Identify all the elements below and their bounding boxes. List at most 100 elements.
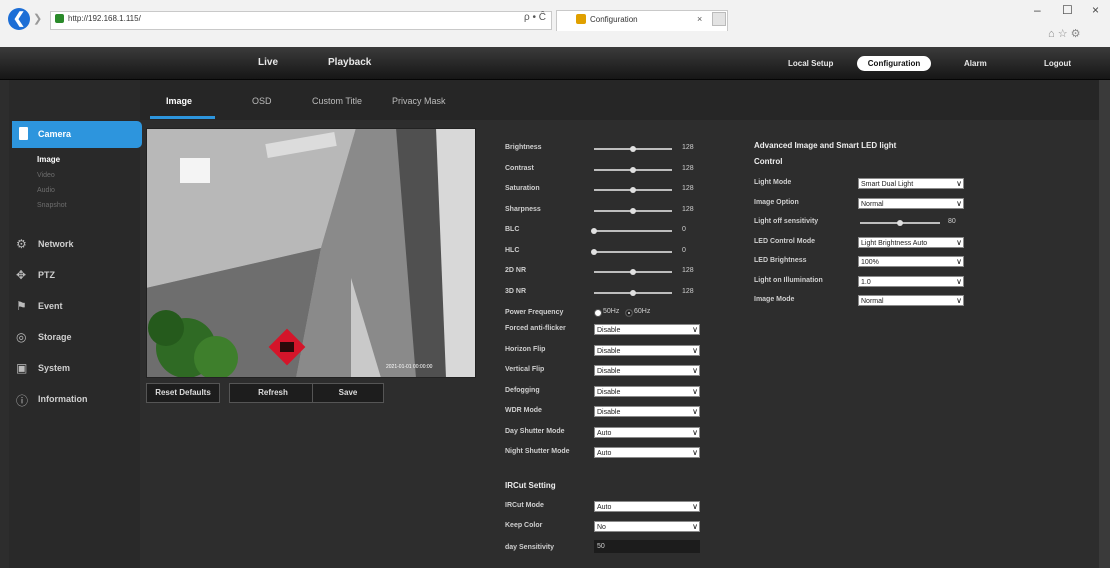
nav-playback[interactable]: Playback [328, 57, 371, 68]
active-tab-indicator [150, 116, 215, 119]
left-field-1-select[interactable]: Disable ∨ [594, 344, 700, 356]
ircut-field-1-select[interactable]: No ∨ [594, 520, 700, 532]
tab-image[interactable]: Image [166, 96, 192, 106]
left-field-6-select[interactable]: Auto ∨ [594, 447, 700, 458]
tab-privacy-mask[interactable]: Privacy Mask [392, 96, 446, 106]
top-navigation [0, 47, 1110, 80]
left-field-4-value: Disable [597, 409, 621, 416]
close-window-icon[interactable]: × [1092, 3, 1099, 17]
slider-label[interactable]: Saturation [505, 185, 540, 192]
slider-knob[interactable] [630, 289, 636, 296]
slider-knob[interactable] [591, 228, 597, 234]
chevron-down-icon: ∨ [956, 237, 962, 247]
nav-configuration[interactable]: Configuration [857, 56, 931, 71]
tab-close-icon[interactable]: × [697, 14, 702, 24]
browser-tools-icons[interactable]: ⌂ ☆ ⚙ [1048, 27, 1080, 40]
sidebar-subitem-audio[interactable]: Audio [37, 187, 55, 194]
left-field-4-select[interactable]: Disable ∨ [594, 406, 700, 417]
adv-field-4-select[interactable]: 100% ∨ [858, 256, 964, 267]
left-field-2-value: Disable [597, 368, 621, 375]
left-field-5-select[interactable]: Auto ∨ [594, 426, 700, 438]
left-field-3-select[interactable]: Disable ∨ [594, 385, 700, 397]
radio-50hz[interactable] [594, 309, 602, 317]
chevron-down-icon: ∨ [692, 386, 698, 396]
slider-label[interactable]: 2D NR [505, 267, 526, 274]
tab-custom-title[interactable]: Custom Title [312, 96, 362, 106]
reset-defaults-button[interactable]: Reset Defaults [146, 383, 220, 403]
nav-live[interactable]: Live [258, 57, 278, 68]
tab-osd[interactable]: OSD [252, 96, 272, 106]
adv-field-0-value: Smart Dual Light [861, 181, 914, 188]
radio-60hz-label: 60Hz [634, 308, 651, 315]
slider-value: 128 [682, 205, 694, 213]
sidebar-item-system[interactable]: System [38, 363, 70, 373]
sidebar-item-network[interactable]: Network [38, 239, 74, 249]
minimize-icon[interactable]: – [1034, 3, 1041, 17]
slider-track[interactable] [594, 250, 672, 253]
adv-field-0-select[interactable]: Smart Dual Light ∨ [858, 178, 964, 189]
slider-label[interactable]: Sharpness [505, 206, 541, 213]
adv-field-5-label: Light on Illumination [754, 276, 823, 284]
slider-label[interactable]: Contrast [505, 165, 534, 172]
adv-field-3-select[interactable]: Light Brightness Auto ∨ [858, 236, 964, 248]
sidebar-subitem-image[interactable]: Image [37, 155, 60, 164]
day-sensitivity-input[interactable] [594, 540, 700, 553]
ircut-field-0-select[interactable]: Auto ∨ [594, 501, 700, 512]
adv-field-6-select[interactable]: Normal ∨ [858, 295, 964, 306]
slider-label[interactable]: BLC [505, 226, 519, 233]
tab-title: Configuration [590, 15, 638, 24]
adv-slider-knob[interactable] [897, 220, 903, 226]
slider-knob[interactable] [630, 146, 636, 152]
new-tab-button[interactable] [712, 12, 726, 26]
system-icon: ▣ [16, 361, 28, 375]
sidebar-item-ptz[interactable]: PTZ [38, 270, 55, 280]
day-sensitivity-value: 50 [597, 543, 605, 550]
left-field-6-value: Auto [597, 450, 612, 457]
sidebar-item-storage[interactable]: Storage [38, 332, 72, 342]
slider-label[interactable]: Brightness [505, 144, 542, 151]
chevron-down-icon: ∨ [692, 325, 698, 334]
left-field-1-label: Horizon Flip [505, 345, 546, 353]
save-button[interactable]: Save [312, 383, 384, 403]
slider-label[interactable]: HLC [505, 247, 519, 254]
ircut-field-1-label: Keep Color [505, 521, 543, 529]
maximize-icon[interactable]: ☐ [1062, 3, 1073, 17]
left-field-5-label: Day Shutter Mode [505, 427, 565, 435]
slider-track[interactable] [594, 230, 672, 232]
slider-knob[interactable] [630, 166, 636, 173]
slider-value: 128 [682, 287, 694, 295]
sidebar-subitem-snapshot[interactable]: Snapshot [37, 202, 67, 209]
forward-icon[interactable]: ❯ [33, 12, 42, 25]
chevron-down-icon: ∨ [692, 366, 698, 375]
sidebar-item-event[interactable]: Event [38, 301, 63, 311]
video-timestamp: 2021-01-01 00:00:00 [386, 364, 433, 370]
slider-knob[interactable] [630, 187, 636, 193]
slider-knob[interactable] [630, 269, 636, 275]
search-icon[interactable]: ρ • Ĉ [524, 12, 546, 23]
sidebar-item-information[interactable]: Information [38, 394, 88, 404]
left-field-0-value: Disable [597, 327, 621, 334]
adv-field-1-select[interactable]: Normal ∨ [858, 197, 964, 209]
left-field-2-select[interactable]: Disable ∨ [594, 365, 700, 376]
left-field-0-label: Forced anti-flicker [505, 325, 566, 332]
chevron-down-icon: ∨ [692, 448, 698, 457]
slider-label[interactable]: 3D NR [505, 288, 526, 295]
radio-60hz[interactable] [625, 309, 633, 317]
radio-50hz-label: 50Hz [603, 308, 620, 315]
adv-field-5-select[interactable]: 1.0 ∨ [858, 275, 964, 287]
left-field-0-select[interactable]: Disable ∨ [594, 324, 700, 335]
slider-knob[interactable] [630, 207, 636, 214]
sidebar-subitem-video[interactable]: Video [37, 172, 55, 179]
chevron-down-icon: ∨ [956, 276, 962, 286]
nav-alarm[interactable]: Alarm [964, 59, 987, 68]
left-field-5-value: Auto [597, 429, 612, 437]
refresh-button[interactable]: Refresh [229, 383, 317, 403]
ircut-field-0-label: IRCut Mode [505, 502, 544, 509]
nav-local-setup[interactable]: Local Setup [788, 59, 833, 68]
sidebar-item-camera[interactable] [12, 121, 142, 148]
sidebar [9, 80, 140, 568]
adv-field-5-value: 1.0 [861, 278, 871, 286]
back-icon[interactable]: ❮ [8, 8, 30, 30]
slider-knob[interactable] [591, 248, 597, 255]
nav-logout[interactable]: Logout [1044, 59, 1071, 68]
